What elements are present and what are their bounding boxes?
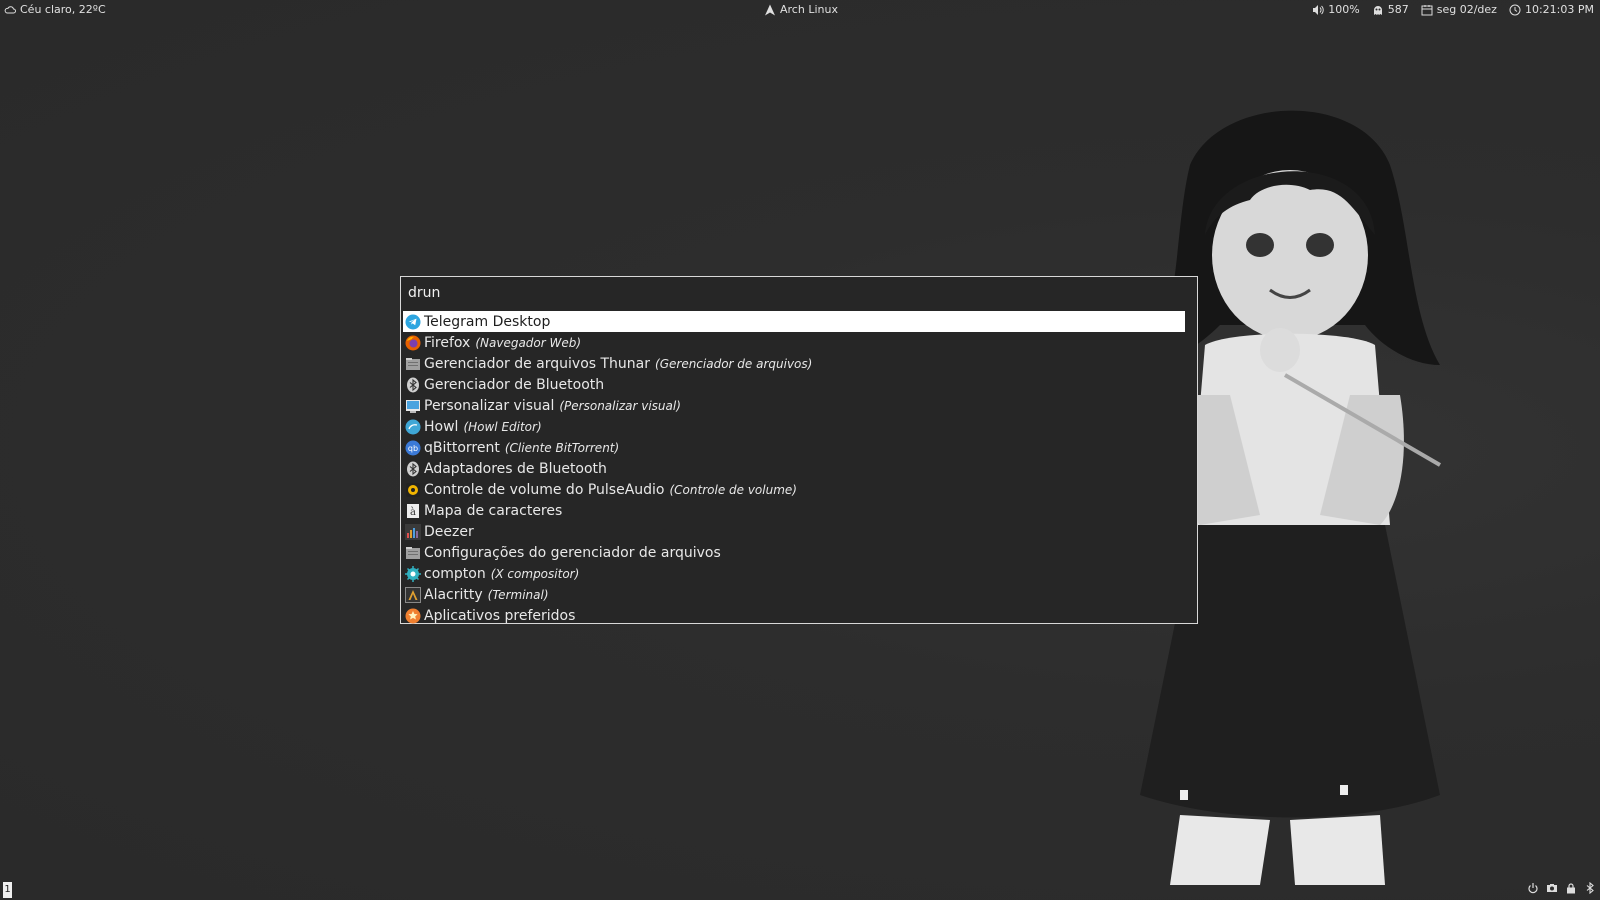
launcher-entry-7[interactable]: Adaptadores de Bluetooth	[403, 458, 1185, 479]
launcher-entry-6[interactable]: qb qBittorrent (Cliente BitTorrent)	[403, 437, 1185, 458]
entry-name: Mapa de caracteres	[424, 502, 563, 519]
launcher-entry-2[interactable]: Gerenciador de arquivos Thunar (Gerencia…	[403, 353, 1185, 374]
entry-description: (Personalizar visual)	[559, 398, 681, 413]
workspace-indicator[interactable]: 1	[3, 882, 12, 898]
time-text: 10:21:03 PM	[1524, 3, 1594, 16]
deezer-icon	[405, 523, 421, 540]
entry-name: Configurações do gerenciador de arquivos	[424, 544, 721, 561]
entry-name: Firefox	[424, 334, 471, 351]
launcher-entry-11[interactable]: Configurações do gerenciador de arquivos	[403, 542, 1185, 563]
launcher-entry-3[interactable]: Gerenciador de Bluetooth	[403, 374, 1185, 395]
cloud-icon	[4, 4, 16, 16]
entry-name: Howl	[424, 418, 459, 435]
calendar-icon	[1421, 4, 1433, 16]
launcher-mode-prompt[interactable]: drun	[408, 285, 440, 301]
entry-description: (Gerenciador de arquivos)	[655, 356, 813, 371]
howl-icon	[405, 419, 421, 435]
terminal-icon	[405, 586, 421, 603]
svg-text:à: à	[410, 507, 416, 518]
launcher-entry-14[interactable]: Aplicativos preferidos	[403, 605, 1185, 626]
clock-widget[interactable]: 10:21:03 PM	[1509, 0, 1594, 20]
launcher-entry-9[interactable]: à Mapa de caracteres	[403, 500, 1185, 521]
volume-widget[interactable]: 100%	[1312, 0, 1360, 20]
entry-name: Adaptadores de Bluetooth	[424, 460, 607, 477]
entry-description: (X compositor)	[490, 566, 580, 581]
entry-name: Personalizar visual	[424, 397, 555, 414]
speaker-icon	[1312, 4, 1324, 16]
entry-description: (Cliente BitTorrent)	[504, 440, 620, 455]
clock-icon	[1509, 4, 1521, 16]
date-text: seg 02/dez	[1436, 3, 1497, 16]
entry-name: Controle de volume do PulseAudio	[424, 481, 665, 498]
telegram-icon	[405, 314, 421, 330]
qbittorrent-icon: qb	[405, 440, 421, 456]
entry-name: Alacritty	[424, 586, 483, 603]
launcher-entry-13[interactable]: Alacritty (Terminal)	[403, 584, 1185, 605]
power-icon[interactable]	[1527, 882, 1539, 894]
entry-name: Aplicativos preferidos	[424, 607, 576, 624]
bluetooth-icon	[405, 461, 421, 477]
updates-count: 587	[1387, 3, 1409, 16]
updates-widget[interactable]: 587	[1372, 0, 1409, 20]
bluetooth-icon	[405, 377, 421, 393]
bluetooth-tray-icon[interactable]	[1584, 882, 1596, 894]
entry-description: (Navegador Web)	[475, 335, 582, 350]
appearance-icon	[405, 398, 421, 414]
distro-widget[interactable]: Arch Linux	[764, 0, 838, 20]
launcher-entry-4[interactable]: Personalizar visual (Personalizar visual…	[403, 395, 1185, 416]
svg-text:qb: qb	[408, 444, 418, 453]
entry-name: Deezer	[424, 523, 474, 540]
package-icon	[1372, 4, 1384, 16]
top-bar: Céu claro, 22ºC Arch Linux 100% 587 seg …	[0, 0, 1600, 20]
launcher-entry-5[interactable]: Howl (Howl Editor)	[403, 416, 1185, 437]
date-widget[interactable]: seg 02/dez	[1421, 0, 1497, 20]
camera-icon[interactable]	[1546, 882, 1558, 894]
file-manager-settings-icon	[405, 545, 421, 561]
launcher-entry-list: Telegram Desktop Firefox (Navegador Web)…	[403, 311, 1185, 626]
launcher-entry-12[interactable]: compton (X compositor)	[403, 563, 1185, 584]
entry-name: Gerenciador de Bluetooth	[424, 376, 605, 393]
entry-name: qBittorrent	[424, 439, 500, 456]
compton-icon	[405, 565, 421, 582]
arch-logo-icon	[764, 4, 776, 16]
charmap-icon: à	[405, 503, 421, 519]
firefox-icon	[405, 335, 421, 351]
file-manager-icon	[405, 356, 421, 372]
launcher-entry-10[interactable]: Deezer	[403, 521, 1185, 542]
entry-description: (Controle de volume)	[669, 482, 797, 497]
weather-text: Céu claro, 22ºC	[20, 3, 106, 16]
entry-description: (Terminal)	[487, 587, 549, 602]
weather-widget[interactable]: Céu claro, 22ºC	[4, 0, 106, 20]
entry-name: Telegram Desktop	[424, 313, 551, 330]
launcher-entry-1[interactable]: Firefox (Navegador Web)	[403, 332, 1185, 353]
preferred-apps-icon	[405, 608, 421, 624]
launcher-entry-0[interactable]: Telegram Desktop	[403, 311, 1185, 332]
system-tray	[1527, 882, 1596, 894]
lock-icon[interactable]	[1565, 882, 1577, 894]
entry-description: (Howl Editor)	[463, 419, 542, 434]
entry-name: compton	[424, 565, 486, 582]
volume-level: 100%	[1328, 3, 1360, 16]
pulseaudio-icon	[405, 482, 421, 498]
distro-name: Arch Linux	[780, 3, 838, 16]
app-launcher[interactable]: drun Telegram Desktop Firefox (Navegador…	[400, 276, 1198, 624]
launcher-entry-8[interactable]: Controle de volume do PulseAudio (Contro…	[403, 479, 1185, 500]
entry-name: Gerenciador de arquivos Thunar	[424, 355, 651, 372]
